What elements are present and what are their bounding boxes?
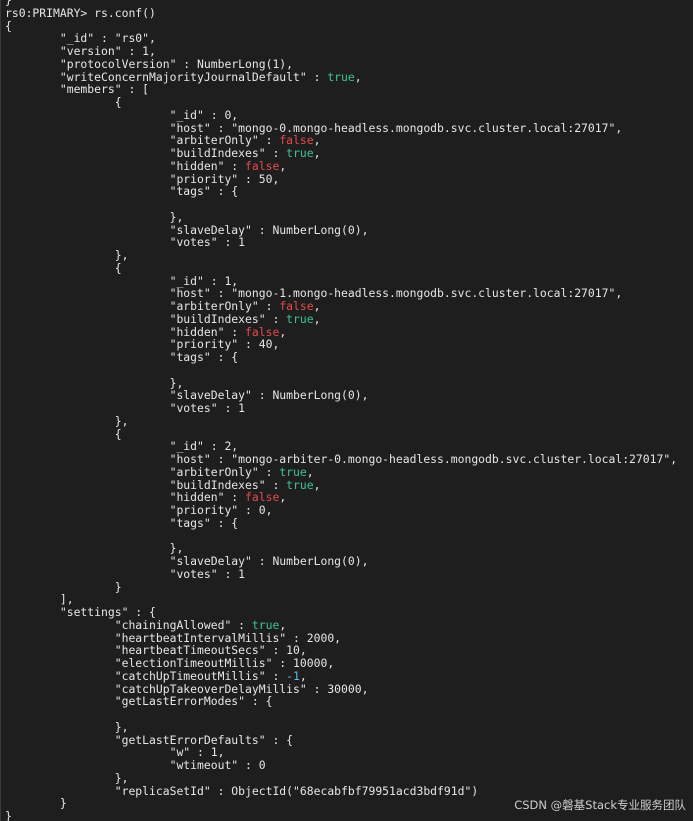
terminal-text-segment: "getLastErrorModes" : { <box>5 694 273 709</box>
terminal-window[interactable]: } rs0:PRIMARY> rs.conf(){ "_id" : "rs0", … <box>0 0 693 821</box>
terminal-text-segment: , <box>313 477 321 492</box>
terminal-text-segment: , <box>279 490 287 505</box>
terminal-text-segment: true <box>286 477 314 492</box>
terminal-line: } <box>5 580 677 594</box>
terminal-text-segment: , <box>279 324 287 339</box>
terminal-text-segment: , <box>354 69 362 84</box>
terminal-text-segment: "tags" : { <box>5 184 239 199</box>
terminal-line: "getLastErrorModes" : { <box>5 695 677 708</box>
terminal-text-segment: , <box>313 311 321 326</box>
terminal-text-segment: true <box>286 146 314 160</box>
terminal-left-border <box>0 0 1 821</box>
terminal-line: rs0:PRIMARY> rs.conf() <box>5 5 677 20</box>
terminal-text-segment: "tags" : { <box>5 350 239 364</box>
terminal-text-segment: } <box>5 796 67 811</box>
terminal-line: "tags" : { <box>5 351 677 364</box>
terminal-text-segment: } <box>5 809 12 821</box>
terminal-line: "tags" : { <box>5 185 677 198</box>
terminal-text-segment: true <box>327 69 355 84</box>
terminal-text-segment: , <box>279 158 287 173</box>
terminal-text-segment: rs0:PRIMARY> rs.conf() <box>5 5 156 20</box>
terminal-output: } rs0:PRIMARY> rs.conf(){ "_id" : "rs0", … <box>5 0 677 821</box>
terminal-text-segment: true <box>286 311 314 326</box>
terminal-text-segment: , <box>313 146 321 160</box>
terminal-line: "replicaSetId" : ObjectId("68ecabfbf7995… <box>5 783 677 798</box>
terminal-text-segment: "tags" : { <box>5 515 239 530</box>
terminal-text-segment: "replicaSetId" : ObjectId("68ecabfbf7995… <box>5 783 479 798</box>
watermark: CSDN @磐基Stack专业服务团队 <box>514 798 686 812</box>
terminal-line: "tags" : { <box>5 515 677 530</box>
